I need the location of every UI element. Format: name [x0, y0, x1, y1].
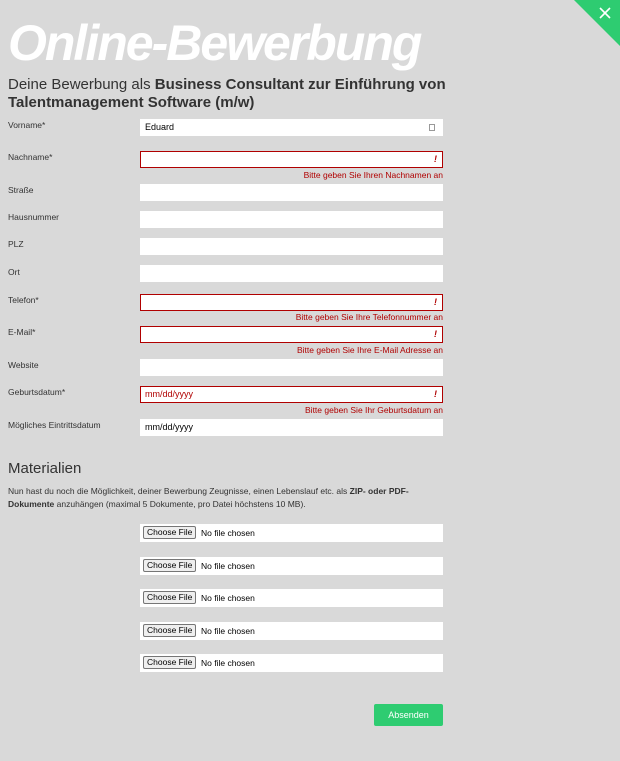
geburtsdatum-input[interactable]: mm/dd/yyyy ! [140, 386, 443, 403]
file-status: No file chosen [201, 561, 255, 571]
file-upload-2: Choose File No file chosen [140, 557, 443, 575]
file-status: No file chosen [201, 528, 255, 538]
choose-file-button[interactable]: Choose File [143, 526, 197, 539]
label-strasse: Straße [8, 185, 34, 195]
file-upload-1: Choose File No file chosen [140, 524, 443, 542]
email-error: Bitte geben Sie Ihre E-Mail Adresse an [297, 345, 443, 355]
file-upload-4: Choose File No file chosen [140, 622, 443, 640]
file-upload-5: Choose File No file chosen [140, 654, 443, 672]
label-vorname: Vorname* [8, 120, 46, 130]
telefon-error: Bitte geben Sie Ihre Telefonnummer an [295, 312, 443, 322]
close-button[interactable] [574, 0, 620, 46]
label-telefon: Telefon* [8, 295, 39, 305]
eintrittsdatum-input[interactable]: mm/dd/yyyy [140, 419, 443, 436]
label-plz: PLZ [8, 239, 24, 249]
plz-input[interactable] [140, 238, 443, 255]
file-upload-3: Choose File No file chosen [140, 589, 443, 607]
vorname-input[interactable]: Eduard [140, 119, 443, 136]
page-title: Online-Bewerbung [8, 15, 422, 71]
label-hausnummer: Hausnummer [8, 212, 60, 222]
autofill-icon [429, 124, 435, 131]
choose-file-button[interactable]: Choose File [143, 591, 197, 604]
job-subtitle: Deine Bewerbung als Business Consultant … [8, 76, 448, 112]
hausnummer-input[interactable] [140, 211, 443, 228]
label-nachname: Nachname* [8, 152, 53, 162]
error-marker: ! [434, 154, 437, 164]
error-marker: ! [434, 329, 437, 339]
vorname-value: Eduard [145, 122, 175, 132]
label-website: Website [8, 360, 39, 370]
error-marker: ! [434, 389, 437, 399]
file-status: No file chosen [201, 626, 255, 636]
intro-text-after: anzuhängen (maximal 5 Dokumente, pro Dat… [54, 499, 306, 509]
subtitle-prefix: Deine Bewerbung als [8, 76, 155, 93]
choose-file-button[interactable]: Choose File [143, 624, 197, 637]
label-email: E-Mail* [8, 327, 36, 337]
file-status: No file chosen [201, 658, 255, 668]
nachname-error: Bitte geben Sie Ihren Nachnamen an [303, 170, 443, 180]
label-ort: Ort [8, 267, 20, 277]
choose-file-button[interactable]: Choose File [143, 656, 197, 669]
geburtsdatum-error: Bitte geben Sie Ihr Geburtsdatum an [305, 405, 443, 415]
choose-file-button[interactable]: Choose File [143, 559, 197, 572]
telefon-input[interactable]: ! [140, 294, 443, 311]
materials-title: Materialien [8, 460, 82, 477]
materials-intro: Nun hast du noch die Möglichkeit, deiner… [8, 485, 428, 511]
strasse-input[interactable] [140, 184, 443, 201]
file-status: No file chosen [201, 593, 255, 603]
label-eintrittsdatum: Mögliches Eintrittsdatum [8, 420, 101, 430]
ort-input[interactable] [140, 265, 443, 282]
eintrittsdatum-value: mm/dd/yyyy [145, 422, 194, 432]
geburtsdatum-value: mm/dd/yyyy [145, 389, 194, 399]
label-geburtsdatum: Geburtsdatum* [8, 387, 66, 397]
nachname-input[interactable]: ! [140, 151, 443, 168]
website-input[interactable] [140, 359, 443, 376]
intro-text-before: Nun hast du noch die Möglichkeit, deiner… [8, 486, 350, 496]
submit-button[interactable]: Absenden [374, 704, 443, 726]
email-input[interactable]: ! [140, 326, 443, 343]
error-marker: ! [434, 297, 437, 307]
